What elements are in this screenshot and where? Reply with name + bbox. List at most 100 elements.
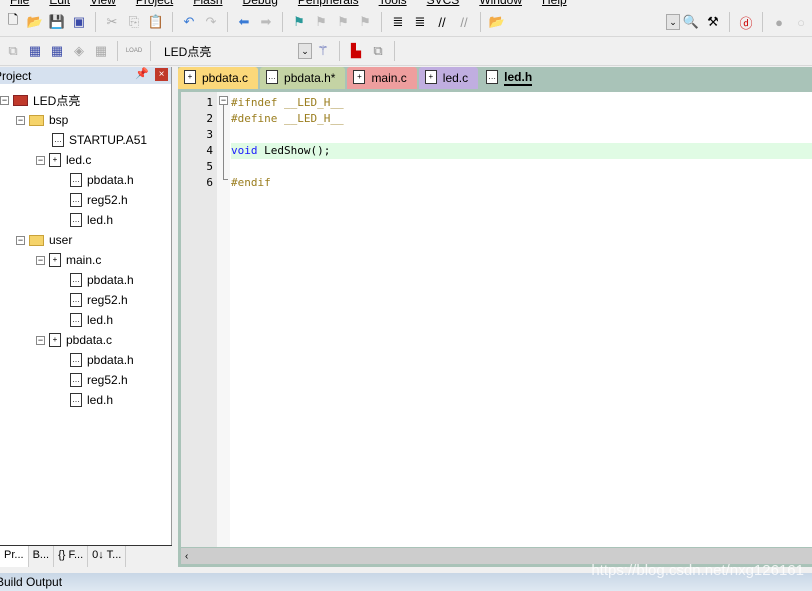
open-icon[interactable]: 📂 <box>26 13 44 31</box>
tab-ledc[interactable]: + led.c <box>418 67 479 89</box>
menu-peripherals[interactable]: Peripherals <box>288 0 369 7</box>
clear-bookmarks-icon[interactable]: ⚑ <box>356 13 374 31</box>
build-icon[interactable]: ▦ <box>26 42 44 60</box>
breakpoint-disable-icon[interactable]: ○ <box>792 13 810 31</box>
file-icon: … <box>70 293 82 307</box>
menu-svcs[interactable]: SVCS <box>417 0 470 7</box>
debug-start-icon[interactable]: ⓓ <box>737 13 755 31</box>
tree-item[interactable]: … led.h <box>70 310 113 330</box>
download-icon[interactable]: LOAD <box>125 42 143 60</box>
incremental-find-icon[interactable]: ⚒ <box>704 13 722 31</box>
tree-item[interactable]: … pbdata.h <box>70 270 134 290</box>
menu-flash[interactable]: Flash <box>183 0 232 7</box>
tree-item[interactable]: − user <box>16 230 72 250</box>
project-panel-title: Project 📌 × <box>0 67 171 84</box>
save-all-icon[interactable]: ▣ <box>70 13 88 31</box>
target-dropdown[interactable]: ⌄ <box>298 43 312 59</box>
menu-file[interactable]: File <box>0 0 39 7</box>
tree-item-label: reg52.h <box>87 193 128 207</box>
expand-icon[interactable]: − <box>36 335 45 345</box>
new-file-icon[interactable]: 🗋 <box>4 12 22 31</box>
tree-item-label: main.c <box>66 253 102 267</box>
paste-icon[interactable]: 📋 <box>147 13 165 31</box>
panel-tab[interactable]: 0↓ T... <box>88 546 127 567</box>
uncomment-icon[interactable]: // <box>455 13 473 31</box>
tree-item[interactable]: − + led.c <box>36 150 91 170</box>
file-icon: … <box>70 273 82 287</box>
find-dropdown[interactable]: ⌄ <box>666 14 680 30</box>
expand-icon[interactable]: − <box>16 115 25 125</box>
breakpoint-icon[interactable]: ● <box>770 13 788 31</box>
tree-item[interactable]: … STARTUP.A51 <box>52 130 147 150</box>
copy-icon[interactable]: ⎘ <box>125 13 143 31</box>
panel-tab[interactable]: {} F... <box>54 546 89 567</box>
redo-icon[interactable]: ↷ <box>202 13 220 31</box>
indent-icon[interactable]: ≣ <box>389 13 407 31</box>
code-line[interactable] <box>231 127 812 143</box>
cut-icon[interactable]: ✂ <box>103 13 121 31</box>
close-icon[interactable]: × <box>155 68 168 81</box>
code-line[interactable]: #endif <box>231 175 812 191</box>
menu-tools[interactable]: Tools <box>369 0 417 7</box>
expand-icon[interactable]: − <box>36 255 45 265</box>
save-icon[interactable]: 💾 <box>48 13 66 31</box>
expand-icon[interactable]: − <box>36 155 45 165</box>
menu-edit[interactable]: Edit <box>39 0 80 7</box>
tree-item[interactable]: − + pbdata.c <box>36 330 112 350</box>
prev-bookmark-icon[interactable]: ⚑ <box>312 13 330 31</box>
find-in-files-icon[interactable]: 📂 <box>488 13 506 31</box>
pin-icon[interactable]: 📌 <box>135 67 149 80</box>
batch-build-icon[interactable]: ◈ <box>70 42 88 60</box>
code-line[interactable]: #define __LED_H__ <box>231 111 812 127</box>
menu-project[interactable]: Project <box>126 0 183 7</box>
tree-item[interactable]: … reg52.h <box>70 290 128 310</box>
tree-item[interactable]: … reg52.h <box>70 370 128 390</box>
unindent-icon[interactable]: ≣ <box>411 13 429 31</box>
scroll-left-icon[interactable]: ‹ <box>181 551 188 562</box>
menu-window[interactable]: Window <box>469 0 532 7</box>
comment-icon[interactable]: // <box>433 13 451 31</box>
expand-icon[interactable]: − <box>16 235 25 245</box>
tree-item[interactable]: − LED点亮 <box>0 90 80 110</box>
select-packs-icon[interactable]: ⧉ <box>369 42 387 60</box>
code-line[interactable]: #ifndef __LED_H__ <box>231 95 812 111</box>
tree-item[interactable]: … reg52.h <box>70 190 128 210</box>
tree-item[interactable]: − + main.c <box>36 250 101 270</box>
panel-tab[interactable]: B... <box>29 546 55 567</box>
back-icon[interactable]: ⬅ <box>235 13 253 31</box>
menu-debug[interactable]: Debug <box>233 0 288 7</box>
translate-icon[interactable]: ⧉ <box>4 42 22 60</box>
undo-icon[interactable]: ↶ <box>180 13 198 31</box>
tree-item[interactable]: … led.h <box>70 210 113 230</box>
target-select[interactable]: LED点亮 <box>156 41 296 61</box>
expand-icon[interactable]: − <box>0 95 9 105</box>
tree-item[interactable]: − bsp <box>16 110 68 130</box>
line-number: 2 <box>206 112 213 125</box>
stop-build-icon[interactable]: ▦ <box>92 42 110 60</box>
tree-item[interactable]: … pbdata.h <box>70 170 134 190</box>
tree-item[interactable]: … led.h <box>70 390 113 410</box>
tree-item-label: pbdata.h <box>87 173 134 187</box>
tree-item[interactable]: … pbdata.h <box>70 350 134 370</box>
file-icon: … <box>70 213 82 227</box>
tab-ledh[interactable]: … led.h <box>480 67 543 89</box>
tree-item-label: user <box>49 233 73 247</box>
tab-pbdatac[interactable]: + pbdata.c <box>178 67 259 89</box>
code-line[interactable] <box>231 159 812 175</box>
find-icon[interactable]: 🔍 <box>682 13 700 31</box>
menu-help[interactable]: Help <box>532 0 577 7</box>
rebuild-icon[interactable]: ▦ <box>48 42 66 60</box>
manage-components-icon[interactable]: ▙ <box>347 42 365 60</box>
code-line[interactable]: void LedShow(); <box>231 143 812 159</box>
tree-item-label: pbdata.c <box>66 333 113 347</box>
tab-pbdatah[interactable]: … pbdata.h* <box>260 67 346 89</box>
forward-icon[interactable]: ➡ <box>257 13 275 31</box>
target-options-icon[interactable]: ⚚ <box>314 42 332 60</box>
tab-mainc[interactable]: + main.c <box>347 67 417 89</box>
bookmark-icon[interactable]: ⚑ <box>290 13 308 31</box>
fold-toggle-icon[interactable]: − <box>219 96 228 105</box>
panel-tab[interactable]: Pr... <box>0 546 29 567</box>
menu-view[interactable]: View <box>80 0 126 7</box>
next-bookmark-icon[interactable]: ⚑ <box>334 13 352 31</box>
code-editor[interactable]: − 1 #ifndef __LED_H__ 2 #define __LED_H__ 3 4… <box>181 92 812 547</box>
